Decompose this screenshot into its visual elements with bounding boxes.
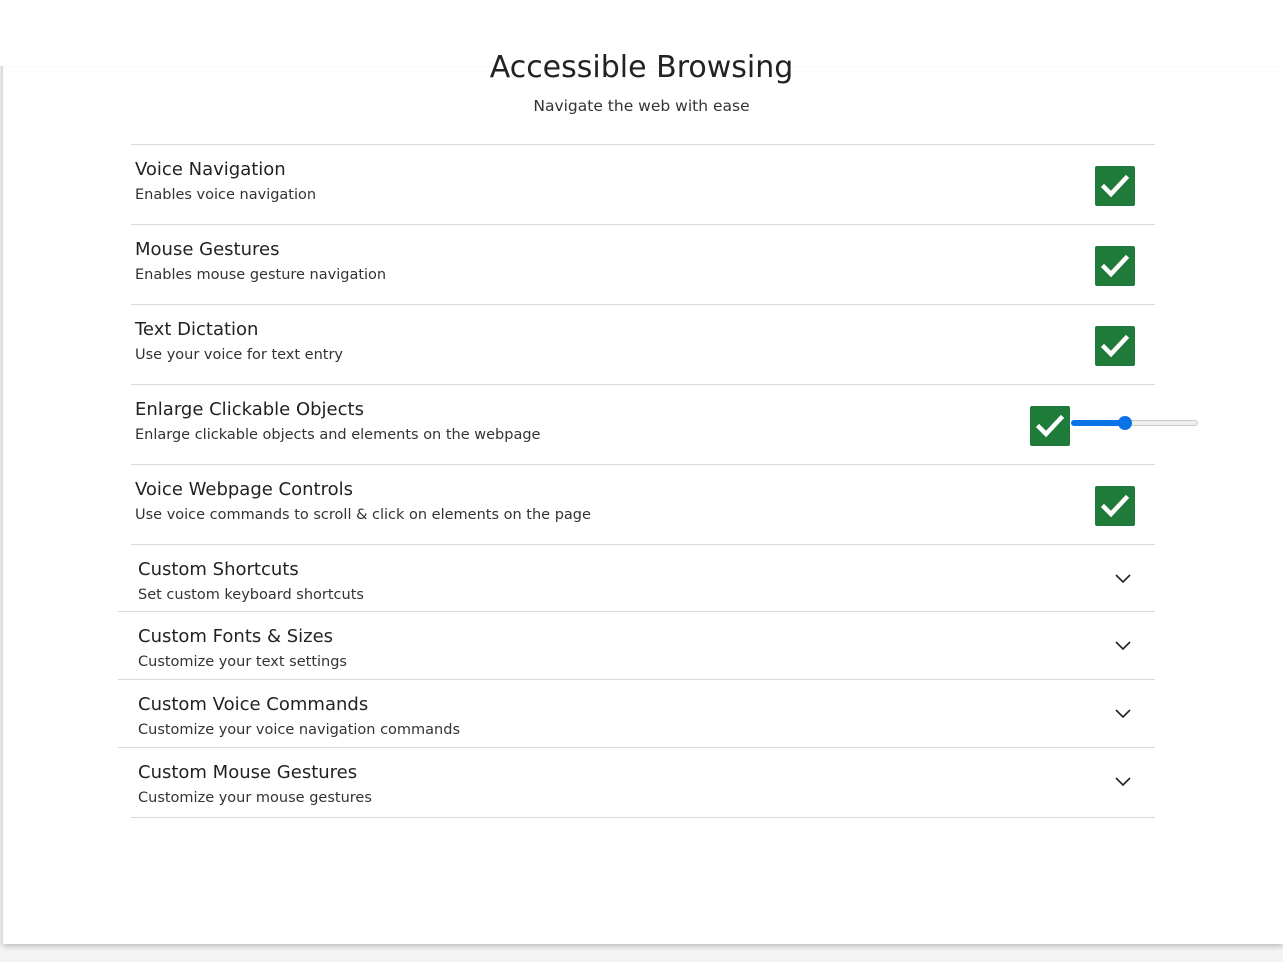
section-custom-voice-commands[interactable]: Custom Voice Commands Customize your voi…: [118, 680, 1155, 748]
voice-navigation-checkbox[interactable]: [1095, 166, 1135, 206]
section-description: Set custom keyboard shortcuts: [138, 587, 364, 603]
enlarge-clickable-objects-checkbox[interactable]: [1030, 406, 1070, 446]
section-name: Custom Mouse Gestures: [138, 762, 358, 783]
setting-name: Enlarge Clickable Objects: [135, 399, 364, 420]
setting-description: Enlarge clickable objects and elements o…: [135, 427, 541, 443]
page: Accessible Browsing Navigate the web wit…: [0, 0, 1283, 962]
setting-description: Enables voice navigation: [135, 187, 317, 203]
setting-name: Voice Webpage Controls: [135, 479, 353, 500]
chevron-down-icon[interactable]: [1114, 775, 1132, 787]
chevron-down-icon[interactable]: [1114, 639, 1132, 651]
setting-voice-navigation: Voice Navigation Enables voice navigatio…: [131, 145, 1155, 225]
check-icon: [1101, 494, 1129, 518]
section-description: Customize your voice navigation commands: [138, 722, 461, 738]
setting-name: Voice Navigation: [135, 159, 286, 180]
section-name: Custom Fonts & Sizes: [138, 626, 334, 647]
voice-webpage-controls-checkbox[interactable]: [1095, 486, 1135, 526]
check-icon: [1101, 174, 1129, 198]
setting-description: Use your voice for text entry: [135, 347, 344, 363]
divider: [131, 817, 1155, 818]
setting-name: Mouse Gestures: [135, 239, 280, 260]
check-icon: [1036, 414, 1064, 438]
section-custom-fonts-sizes[interactable]: Custom Fonts & Sizes Customize your text…: [118, 612, 1155, 680]
page-title: Accessible Browsing: [489, 50, 794, 85]
section-description: Customize your mouse gestures: [138, 790, 372, 806]
section-description: Customize your text settings: [138, 654, 347, 670]
check-icon: [1101, 254, 1129, 278]
mouse-gestures-checkbox[interactable]: [1095, 246, 1135, 286]
setting-enlarge-clickable-objects: Enlarge Clickable Objects Enlarge clicka…: [131, 385, 1198, 465]
section-name: Custom Shortcuts: [138, 559, 299, 580]
section-name: Custom Voice Commands: [138, 694, 369, 715]
chevron-down-icon[interactable]: [1114, 707, 1132, 719]
custom-sections-accordion: Custom Shortcuts Set custom keyboard sho…: [118, 545, 1155, 815]
setting-name: Text Dictation: [135, 319, 259, 340]
slider-thumb[interactable]: [1118, 416, 1132, 430]
settings-list: Voice Navigation Enables voice navigatio…: [131, 144, 1198, 545]
setting-text-dictation: Text Dictation Use your voice for text e…: [131, 305, 1155, 385]
section-custom-mouse-gestures[interactable]: Custom Mouse Gestures Customize your mou…: [118, 748, 1155, 815]
setting-description: Use voice commands to scroll & click on …: [135, 507, 591, 523]
enlarge-size-slider[interactable]: [1071, 416, 1198, 430]
setting-mouse-gestures: Mouse Gestures Enables mouse gesture nav…: [131, 225, 1155, 305]
page-subtitle: Navigate the web with ease: [533, 97, 750, 115]
chevron-down-icon[interactable]: [1114, 572, 1132, 584]
text-dictation-checkbox[interactable]: [1095, 326, 1135, 366]
setting-description: Enables mouse gesture navigation: [135, 267, 387, 283]
setting-voice-webpage-controls: Voice Webpage Controls Use voice command…: [131, 465, 1155, 545]
slider-fill: [1071, 420, 1125, 426]
check-icon: [1101, 334, 1129, 358]
section-custom-shortcuts[interactable]: Custom Shortcuts Set custom keyboard sho…: [118, 545, 1155, 612]
